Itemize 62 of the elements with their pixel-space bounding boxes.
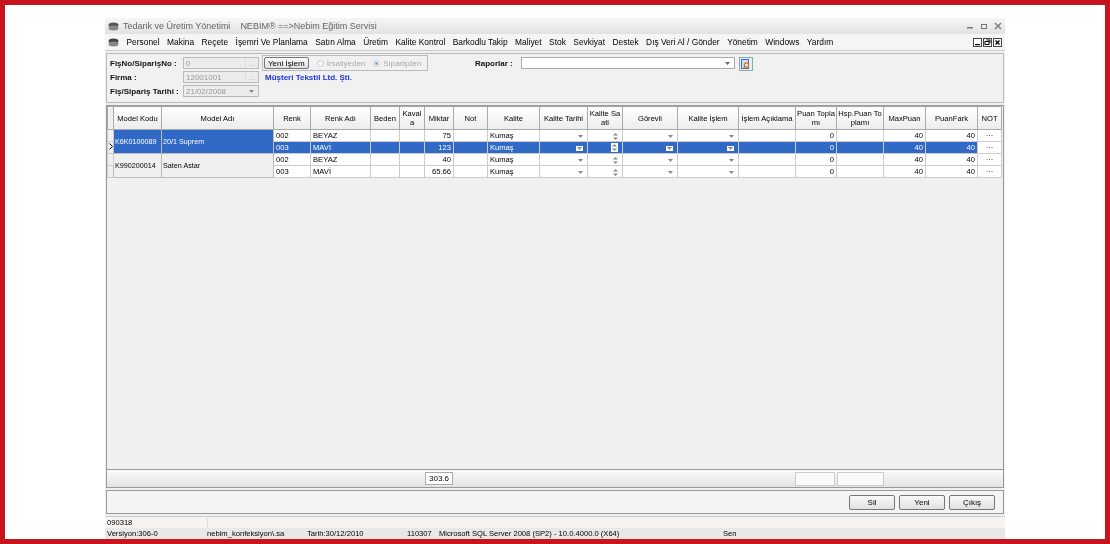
dropdown-arrow-icon <box>729 158 734 162</box>
dropdown-arrow-icon <box>578 158 583 162</box>
radio-label: Siparişden <box>383 58 422 68</box>
dropdown-arrow-icon <box>249 89 254 93</box>
menu-item[interactable]: Personel <box>126 37 160 47</box>
field-label: Firma : <box>110 72 138 82</box>
spinner-arrows-icon <box>613 156 618 164</box>
field-label: Fiş/Sipariş Tarihi : <box>110 86 180 96</box>
total-amount: 303.6 <box>425 472 454 485</box>
spinner-arrows-icon <box>611 143 618 153</box>
dropdown-arrow-icon <box>578 134 583 138</box>
field-label: FişNo/SiparişNo : <box>110 58 178 68</box>
close-icon <box>993 37 1002 47</box>
minimize-icon <box>973 37 982 47</box>
dropdown-arrow-icon <box>729 134 734 138</box>
dropdown-arrow-icon <box>668 134 673 138</box>
menu-item[interactable]: Barkodlu Takip <box>452 37 508 47</box>
app-logo-icon <box>108 21 119 31</box>
menu-item[interactable]: Kalite Kontrol <box>395 37 446 47</box>
restore-icon <box>983 37 992 47</box>
dropdown-arrow-icon <box>578 170 583 174</box>
radio-button[interactable] <box>373 59 381 67</box>
menu-item[interactable]: Destek <box>612 37 639 47</box>
window-subtitle: NEBIM® ==>Nebim Eğitim Servisi <box>240 21 377 31</box>
menu-item[interactable]: İşemri Ve Planlama <box>235 37 308 47</box>
menu-item[interactable]: Stok <box>549 37 566 47</box>
close-icon <box>994 22 1002 30</box>
current-row-icon <box>108 143 113 150</box>
menu-item[interactable]: Dış Veri Al / Gönder <box>646 37 720 47</box>
company-name: Müşteri Tekstil Ltd. Şti. <box>265 72 352 82</box>
menu-item[interactable]: Sevkiyat <box>573 37 605 47</box>
window-title: Tedarik ve Üretim Yönetimi <box>123 21 231 31</box>
radio-label: İrsaliyeden <box>326 58 366 68</box>
dropdown-arrow-icon <box>666 145 673 151</box>
radio-button[interactable] <box>316 59 324 67</box>
reports-dropdown[interactable] <box>520 57 735 69</box>
dropdown-arrow-icon <box>576 145 583 151</box>
menu-item[interactable]: Reçete <box>201 37 229 47</box>
menu-item[interactable]: Yönetim <box>727 37 758 47</box>
menu-item[interactable]: Maliyet <box>515 37 542 47</box>
app-logo-icon <box>108 37 119 47</box>
menu-item[interactable]: Makina <box>167 37 195 47</box>
dropdown-arrow-icon <box>724 61 730 65</box>
dropdown-arrow-icon <box>727 145 734 151</box>
menu-item[interactable]: Satın Alma <box>315 37 356 47</box>
report-preview-button[interactable] <box>738 57 753 71</box>
action-button[interactable]: Yeni <box>899 494 945 510</box>
menu-item[interactable]: Üretim <box>363 37 388 47</box>
menu-item[interactable]: Windows <box>765 37 800 47</box>
row-header[interactable] <box>107 141 114 154</box>
spinner-arrows-icon <box>613 132 618 140</box>
spinner-arrows-icon <box>613 168 618 176</box>
dropdown-arrow-icon <box>668 170 673 174</box>
restore-icon <box>980 22 988 30</box>
menu-item[interactable]: Yardım <box>806 37 834 47</box>
new-entry-button[interactable]: Yeni İşlem <box>264 57 309 69</box>
dropdown-arrow-icon <box>668 158 673 162</box>
document-search-icon <box>740 58 751 70</box>
action-button[interactable]: Sil <box>849 494 895 510</box>
dropdown-arrow-icon <box>729 170 734 174</box>
action-button[interactable]: Çıkış <box>949 494 995 510</box>
field-label: Raporlar : <box>475 58 513 68</box>
